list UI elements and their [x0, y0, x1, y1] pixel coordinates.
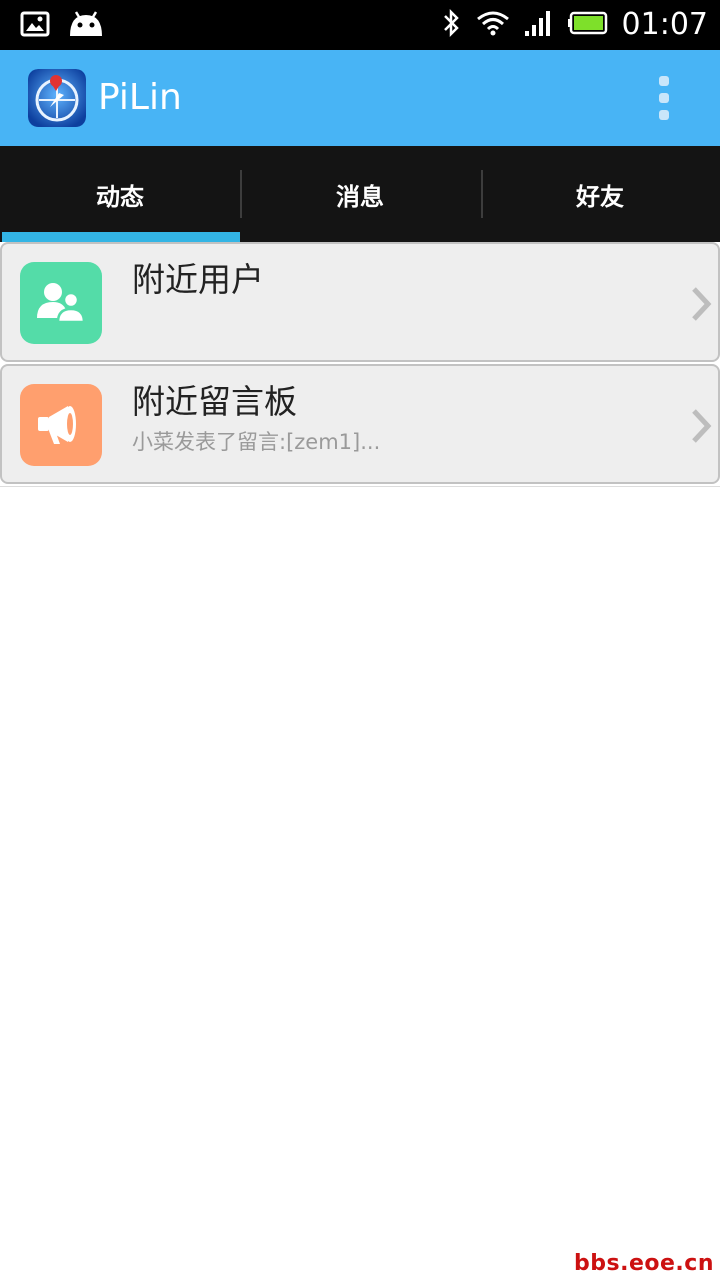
chevron-right-icon [692, 409, 712, 443]
gallery-icon [20, 11, 50, 41]
tab-friends[interactable]: 好友 [480, 146, 720, 242]
tab-dynamic[interactable]: 动态 [0, 146, 240, 242]
status-bar: 01:07 [0, 0, 720, 50]
status-time: 01:07 [621, 7, 708, 42]
android-icon [68, 10, 104, 42]
tab-divider [240, 170, 242, 218]
tab-label: 动态 [96, 182, 144, 211]
list-item-nearby-users[interactable]: 附近用户 [0, 242, 720, 362]
wifi-icon [476, 10, 510, 40]
app-title: PiLin [98, 77, 182, 118]
list-item-title: 附近用户 [132, 260, 264, 299]
list-item-subtitle: 小菜发表了留言:[zem1]... [132, 430, 381, 454]
users-icon [20, 262, 102, 344]
tab-selected-indicator [2, 232, 240, 242]
action-bar: PiLin [0, 50, 720, 146]
battery-icon [567, 11, 608, 39]
signal-icon [524, 9, 554, 41]
tab-bar: 动态 消息 好友 [0, 146, 720, 242]
overflow-menu-icon[interactable] [644, 72, 684, 124]
tab-messages[interactable]: 消息 [240, 146, 480, 242]
list-item-title: 附近留言板 [132, 382, 297, 421]
list-item-nearby-message-board[interactable]: 附近留言板 小菜发表了留言:[zem1]... [0, 364, 720, 484]
bluetooth-icon [442, 8, 462, 42]
watermark: bbs.eoe.cn [574, 1251, 714, 1276]
tab-divider [481, 170, 483, 218]
tab-label: 好友 [576, 182, 624, 211]
compass-app-icon[interactable] [28, 69, 86, 127]
tab-label: 消息 [336, 182, 384, 211]
chevron-right-icon [692, 287, 712, 321]
megaphone-icon [20, 384, 102, 466]
list-bottom-divider [0, 486, 720, 487]
